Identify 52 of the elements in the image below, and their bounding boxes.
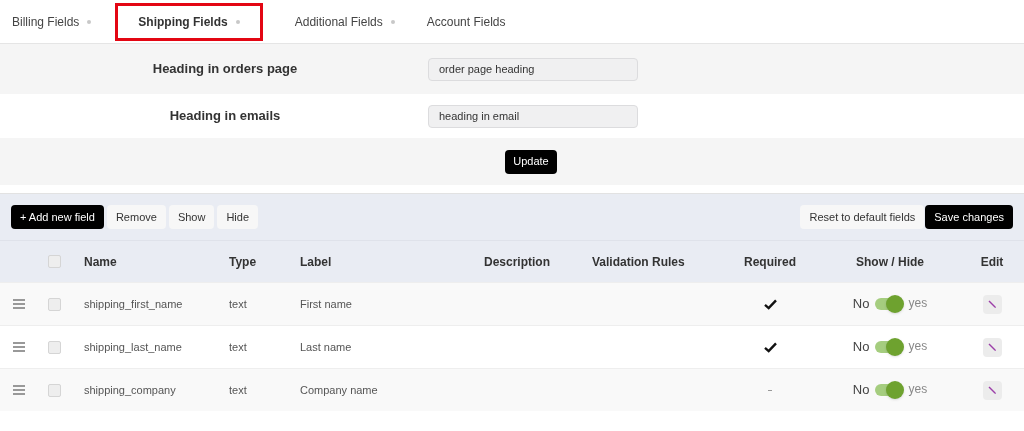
toggle-label: No <box>852 338 870 357</box>
pencil-icon <box>987 385 997 395</box>
checkbox[interactable] <box>47 255 61 268</box>
toggle-label: No <box>852 381 870 400</box>
toolbar-button[interactable]: Show <box>168 205 215 229</box>
table-cell: Company name <box>300 383 378 396</box>
table-cell: First name <box>300 297 352 310</box>
checkbox[interactable] <box>47 297 61 311</box>
primary-button[interactable]: Save changes <box>925 205 1013 229</box>
toggle-label: yes <box>908 337 928 355</box>
drag-handle-icon[interactable] <box>13 299 25 309</box>
column-header: Validation Rules <box>592 254 685 269</box>
pencil-icon <box>987 299 997 309</box>
toggle-label: yes <box>908 294 928 312</box>
pencil-icon <box>987 342 997 352</box>
drag-handle-icon[interactable] <box>13 385 25 395</box>
edit-button[interactable] <box>982 337 1002 357</box>
toolbar-button[interactable]: Remove <box>106 205 166 229</box>
column-header: Type <box>229 254 257 269</box>
table-cell: text <box>229 383 247 396</box>
edit-button[interactable] <box>982 380 1002 400</box>
toolbar-button[interactable]: Hide <box>217 205 259 229</box>
column-header: Required <box>744 253 796 271</box>
table-cell: shipping_first_name <box>84 297 183 310</box>
primary-button[interactable]: + Add new field <box>11 205 104 229</box>
table-cell: text <box>229 297 247 310</box>
text-field[interactable]: order page heading <box>428 57 638 81</box>
tab[interactable]: Shipping Fields <box>115 2 263 41</box>
column-header: Edit <box>980 253 1004 271</box>
column-header: Label <box>300 254 332 269</box>
drag-handle-icon[interactable] <box>13 342 25 352</box>
table-cell: shipping_company <box>84 383 176 396</box>
table-cell: shipping_last_name <box>84 340 182 353</box>
tab[interactable]: Account Fields <box>426 2 506 41</box>
toggle-label: No <box>852 295 870 314</box>
update-button[interactable]: Update <box>505 149 557 174</box>
text-field[interactable]: heading in email <box>428 104 638 128</box>
tab[interactable]: Billing Fields <box>12 2 92 41</box>
checkbox[interactable] <box>47 340 61 354</box>
tab[interactable]: Additional Fields <box>294 2 395 41</box>
toggle-switch[interactable] <box>875 384 903 396</box>
checkbox[interactable] <box>47 383 61 397</box>
column-header: Show / Hide <box>856 253 924 271</box>
table-cell: Last name <box>300 340 352 353</box>
toggle-switch[interactable] <box>875 298 903 310</box>
edit-button[interactable] <box>982 294 1002 314</box>
column-header: Name <box>84 254 117 269</box>
column-header: Description <box>484 254 550 269</box>
toolbar-button[interactable]: Reset to default fields <box>800 205 925 229</box>
table-cell: text <box>229 340 247 353</box>
toggle-switch[interactable] <box>875 341 903 353</box>
toggle-label: yes <box>908 380 928 398</box>
